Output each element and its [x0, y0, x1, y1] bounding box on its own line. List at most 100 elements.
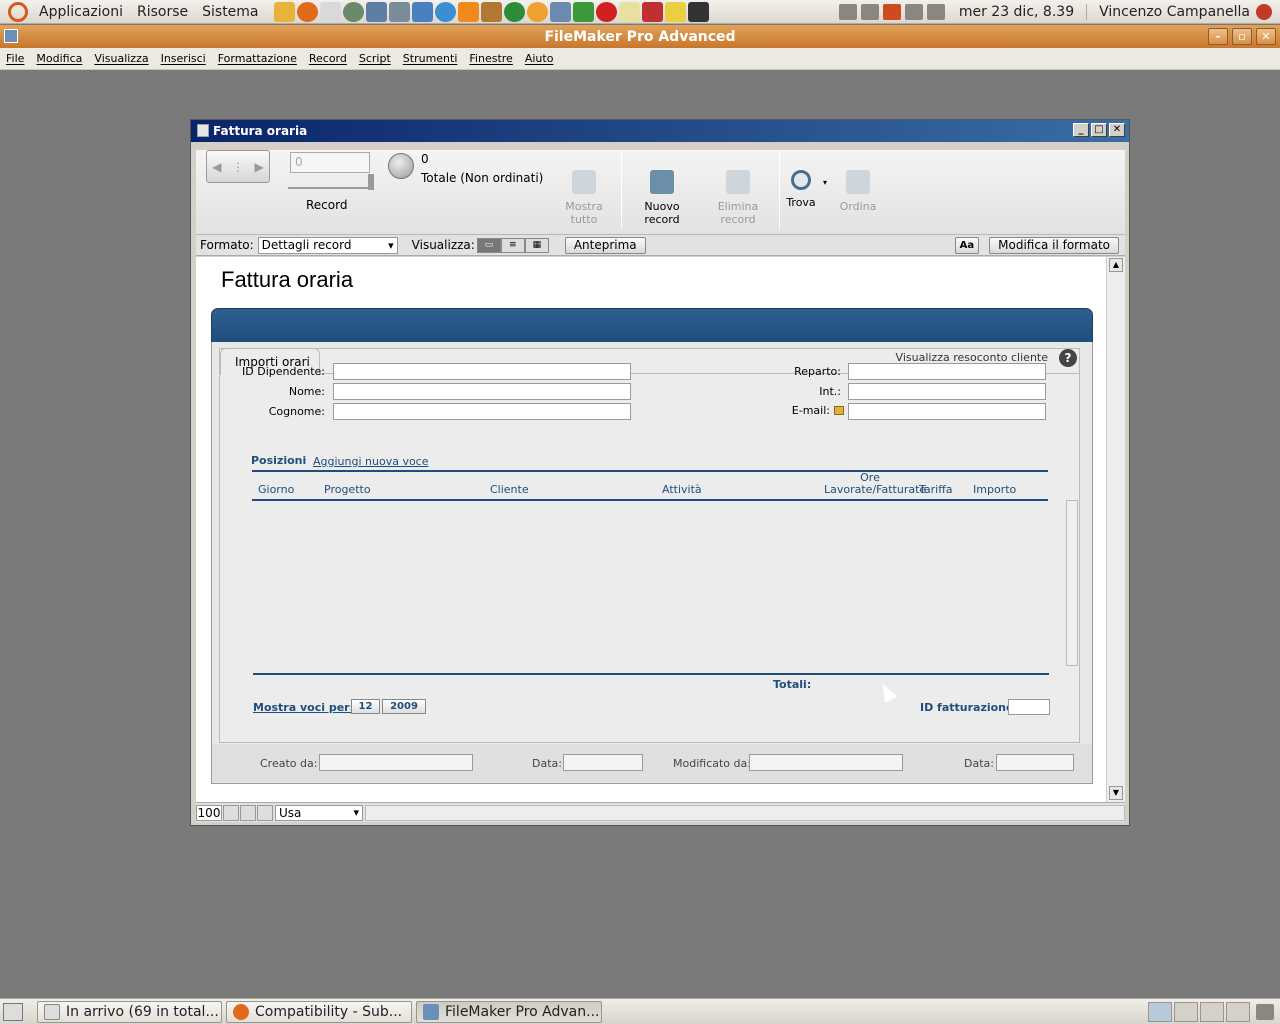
help-icon[interactable]: ?	[1059, 349, 1077, 367]
menu-sistema[interactable]: Sistema	[195, 4, 265, 20]
document-titlebar[interactable]: Fattura oraria _ □ ✕	[191, 120, 1129, 142]
user-menu[interactable]: Vincenzo Campanella	[1086, 3, 1280, 20]
notes-launcher-icon[interactable]	[618, 1, 640, 22]
find-dropdown-arrow-icon[interactable]: ▾	[820, 178, 830, 187]
game-launcher-icon[interactable]	[503, 1, 525, 22]
maximize-button[interactable]: ▫	[1232, 28, 1252, 45]
chromium-launcher-icon[interactable]	[434, 1, 456, 22]
doc-close-button[interactable]: ✕	[1109, 123, 1125, 137]
show-entries-link[interactable]: Mostra voci per:	[253, 701, 354, 714]
chart-launcher-icon[interactable]	[664, 1, 686, 22]
burner-launcher-icon[interactable]	[526, 1, 548, 22]
updates-icon[interactable]	[882, 3, 901, 20]
record-book[interactable]: ◀ ⋮ ▶	[206, 150, 270, 183]
nome-field[interactable]	[333, 383, 631, 400]
menu-visualizza[interactable]: Visualizza	[88, 52, 154, 65]
settings-launcher-icon[interactable]	[342, 1, 364, 22]
task-mail[interactable]: In arrivo (69 in total...	[37, 1000, 222, 1023]
modified-by-field[interactable]	[749, 754, 903, 771]
sort-button[interactable]: Ordina	[836, 170, 880, 213]
list-view-icon[interactable]: ≡	[500, 237, 525, 253]
menu-applicazioni[interactable]: Applicazioni	[32, 4, 130, 20]
vlc-launcher-icon[interactable]	[457, 1, 479, 22]
text-editor-launcher-icon[interactable]	[549, 1, 571, 22]
task-browser[interactable]: Compatibility - Sub...	[226, 1000, 412, 1023]
spreadsheet-launcher-icon[interactable]	[572, 1, 594, 22]
created-date-field[interactable]	[563, 754, 643, 771]
find-button[interactable]: Trova	[784, 170, 818, 209]
firefox-launcher-icon[interactable]	[296, 1, 318, 22]
workspace-2[interactable]	[1174, 1001, 1198, 1022]
show-desktop-icon[interactable]	[3, 1002, 23, 1021]
workspace-3[interactable]	[1200, 1001, 1224, 1022]
month-button[interactable]: 12	[351, 699, 380, 714]
doc-maximize-button[interactable]: □	[1091, 123, 1107, 137]
menu-record[interactable]: Record	[303, 52, 353, 65]
cognome-field[interactable]	[333, 403, 631, 420]
next-record-icon[interactable]: ▶	[254, 160, 263, 174]
found-set-pie-icon[interactable]	[388, 153, 414, 179]
monitor-launcher-icon[interactable]	[641, 1, 663, 22]
layout-select[interactable]: Dettagli record	[257, 236, 398, 254]
scroll-up-arrow-icon[interactable]: ▲	[1109, 258, 1123, 272]
email-field[interactable]	[848, 403, 1046, 420]
workspace-1[interactable]	[1148, 1001, 1172, 1022]
mail-notify-icon[interactable]	[904, 3, 923, 20]
workspace-4[interactable]	[1226, 1001, 1250, 1022]
content-vscrollbar[interactable]: ▲ ▼	[1106, 257, 1125, 802]
portal-scrollbar[interactable]	[1066, 500, 1078, 666]
reparto-field[interactable]	[848, 363, 1046, 380]
virtualbox-launcher-icon[interactable]	[365, 1, 387, 22]
preview-button[interactable]: Anteprima	[564, 236, 646, 254]
zoom-in-icon[interactable]	[240, 804, 256, 821]
record-slider-thumb[interactable]	[368, 174, 374, 190]
filemaker-app-icon[interactable]	[4, 29, 18, 43]
prev-record-icon[interactable]: ◀	[212, 160, 221, 174]
int-field[interactable]	[848, 383, 1046, 400]
form-view-icon[interactable]: ▭	[476, 237, 501, 253]
id-dipendente-field[interactable]	[333, 363, 631, 380]
clock[interactable]: mer 23 dic, 8.39	[947, 4, 1086, 20]
close-button[interactable]: ✕	[1256, 28, 1276, 45]
trash-icon[interactable]	[1256, 1003, 1274, 1020]
email-icon[interactable]	[834, 406, 844, 415]
network-icon[interactable]	[860, 3, 879, 20]
delete-record-button[interactable]: Elimina record	[702, 170, 774, 226]
ubuntu-logo-icon[interactable]	[8, 1, 28, 22]
menu-script[interactable]: Script	[353, 52, 397, 65]
record-number-field[interactable]: 0	[290, 152, 370, 173]
mode-select[interactable]: Usa	[275, 804, 363, 821]
opera-launcher-icon[interactable]	[595, 1, 617, 22]
table-view-icon[interactable]: ▦	[524, 237, 549, 253]
menu-risorse[interactable]: Risorse	[130, 4, 195, 20]
menu-formattazione[interactable]: Formattazione	[212, 52, 303, 65]
power-icon[interactable]	[1256, 3, 1272, 20]
add-entry-link[interactable]: Aggiungi nuova voce	[313, 455, 429, 468]
invoice-id-field[interactable]	[1008, 699, 1050, 715]
menu-inserisci[interactable]: Inserisci	[155, 52, 212, 65]
calculator-launcher-icon[interactable]	[388, 1, 410, 22]
zoom-out-icon[interactable]	[223, 804, 239, 821]
edit-layout-button[interactable]: Modifica il formato	[989, 236, 1119, 254]
network-launcher-icon[interactable]	[411, 1, 433, 22]
menu-aiuto[interactable]: Aiuto	[519, 52, 560, 65]
terminal-launcher-icon[interactable]	[687, 1, 709, 22]
archive-launcher-icon[interactable]	[480, 1, 502, 22]
menu-modifica[interactable]: Modifica	[30, 52, 88, 65]
minimize-button[interactable]: –	[1208, 28, 1228, 45]
menu-file[interactable]: File	[0, 52, 30, 65]
menu-strumenti[interactable]: Strumenti	[397, 52, 464, 65]
new-record-button[interactable]: Nuovo record	[626, 170, 698, 226]
text-format-button[interactable]: Aa	[954, 236, 980, 254]
task-filemaker[interactable]: FileMaker Pro Advan...	[416, 1000, 602, 1023]
horizontal-scrollbar[interactable]	[365, 804, 1125, 821]
show-all-button[interactable]: Mostra tutto	[551, 170, 617, 226]
scroll-down-arrow-icon[interactable]: ▼	[1109, 786, 1123, 800]
volume-icon[interactable]	[838, 3, 857, 20]
menu-finestre[interactable]: Finestre	[463, 52, 518, 65]
modified-date-field[interactable]	[996, 754, 1074, 771]
created-by-field[interactable]	[319, 754, 473, 771]
record-slider[interactable]	[288, 177, 372, 189]
speaker-icon[interactable]	[926, 3, 945, 20]
zoom-level[interactable]: 100	[196, 804, 222, 821]
